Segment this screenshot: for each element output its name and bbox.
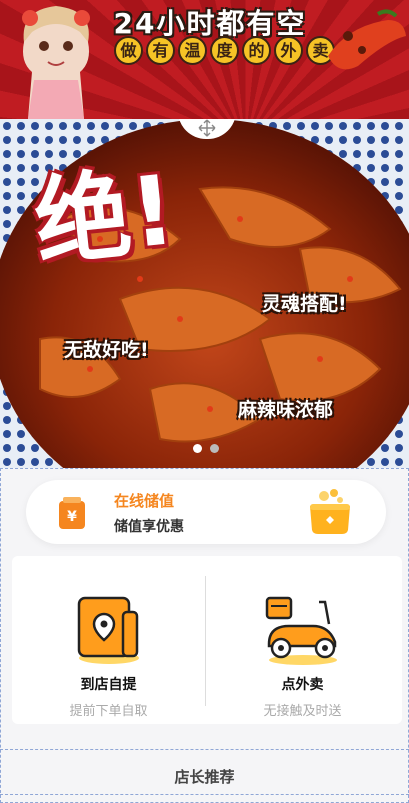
carousel-dot-active[interactable] (193, 444, 202, 453)
order-mode-panel: 到店自提 提前下单自取 点外卖 无接触及时送 (12, 556, 402, 724)
banner-subtitle: 做 有 温 度 的 外 卖 (114, 36, 335, 65)
store-pickup-hint: 提前下单自取 (69, 704, 148, 719)
page: 24小时都有空 做 有 温 度 的 外 卖 绝! 灵魂搭配! 无敌好吃! 麻辣味… (0, 0, 409, 803)
recommend-section-title: 店长推荐 (174, 768, 235, 786)
delivery-option[interactable]: 点外卖 无接触及时送 (206, 556, 399, 724)
subtitle-char: 度 (210, 36, 239, 65)
subtitle-char: 的 (242, 36, 271, 65)
chili-pepper-illustration (328, 9, 406, 70)
section-divider (0, 749, 409, 750)
section-divider (0, 794, 409, 795)
hero-tag: 灵魂搭配! (262, 293, 347, 315)
recharge-title: 在线储值 (114, 492, 175, 510)
hero-tag: 麻辣味浓郁 (238, 399, 334, 421)
content-area: ¥ 在线储值 储值享优惠 到店自提 提前下单自取 点外卖 无接触及时送 店长推荐 (0, 468, 409, 803)
delivery-hint: 无接触及时送 (263, 704, 342, 719)
svg-text:¥: ¥ (67, 509, 77, 525)
hero-big-text: 绝! (29, 153, 181, 280)
recharge-subtitle: 储值享优惠 (114, 519, 184, 535)
subtitle-char: 有 (146, 36, 175, 65)
coin-box-icon (310, 489, 350, 534)
promo-banner[interactable]: 24小时都有空 做 有 温 度 的 外 卖 (0, 0, 409, 119)
hero-carousel[interactable]: 绝! 灵魂搭配! 无敌好吃! 麻辣味浓郁 (0, 119, 409, 468)
store-pickup-option[interactable]: 到店自提 提前下单自取 (12, 556, 205, 724)
store-pickup-label: 到店自提 (80, 677, 137, 693)
carousel-dot[interactable] (210, 444, 219, 453)
subtitle-char: 做 (114, 36, 143, 65)
hero-tag: 无敌好吃! (64, 339, 149, 361)
carousel-indicator (193, 444, 219, 453)
delivery-scooter-icon (265, 596, 337, 665)
subtitle-char: 外 (274, 36, 303, 65)
subtitle-char: 温 (178, 36, 207, 65)
store-pickup-icon (77, 596, 139, 664)
mascot-girl-illustration (22, 6, 90, 119)
online-recharge-card[interactable]: ¥ 在线储值 储值享优惠 (26, 480, 386, 544)
delivery-label: 点外卖 (281, 677, 324, 693)
move-icon (198, 119, 216, 137)
wallet-icon: ¥ (59, 497, 85, 529)
